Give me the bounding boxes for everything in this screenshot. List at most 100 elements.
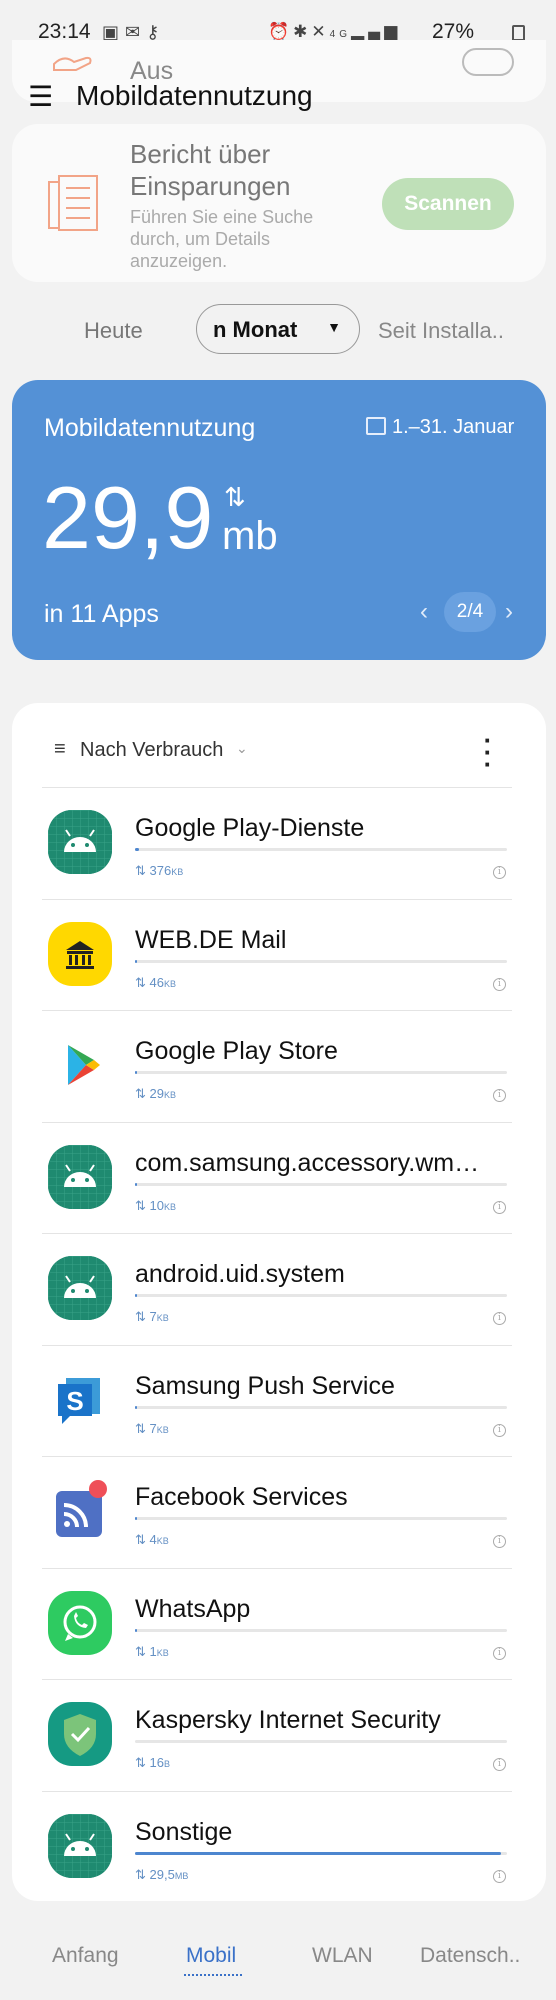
info-icon[interactable]: i (493, 1869, 506, 1883)
app-row[interactable]: WEB.DE Mail ⇅ 46KB i (42, 898, 512, 1012)
next-page-icon[interactable]: › (505, 598, 513, 626)
svg-text:S: S (66, 1386, 83, 1416)
app-row[interactable]: S Samsung Push Service ⇅ 7KB i (42, 1344, 512, 1458)
usage-bar (135, 1182, 507, 1186)
app-name: Sonstige (135, 1817, 233, 1846)
transfer-icon: ⇅ (135, 1420, 150, 1436)
facebook-services-icon (48, 1479, 112, 1543)
nav-item-datenschutz[interactable]: Datensch.. (420, 1944, 520, 1968)
size-unit: B (163, 1759, 170, 1769)
usage-bar (135, 1405, 507, 1409)
transfer-icon: ⇅ (135, 863, 150, 878)
scan-button[interactable]: Scannen (382, 178, 514, 230)
usage-bar (135, 1628, 507, 1632)
transfer-icon: ⇅ (135, 1309, 150, 1324)
info-icon[interactable]: i (493, 1646, 506, 1660)
app-row[interactable]: Facebook Services ⇅ 4KB i (42, 1456, 512, 1569)
app-name: Google Play-Dienste (135, 814, 365, 842)
usage-bar (135, 1071, 507, 1074)
app-usage-size: ⇅ 46KB (135, 975, 176, 991)
info-icon[interactable]: i (493, 977, 506, 991)
key-icon: ⚷ (146, 22, 166, 42)
transfer-icon: ⇅ (135, 974, 150, 990)
size-unit: KB (156, 1313, 169, 1323)
kaspersky-icon (48, 1702, 112, 1766)
info-icon[interactable]: i (493, 866, 506, 879)
setting-toggle[interactable] (462, 48, 514, 76)
transfer-icon: ⇅ (135, 1755, 150, 1770)
app-row[interactable]: com.samsung.accessory.wm… ⇅ 10KB i (42, 1121, 512, 1235)
size-unit: KB (156, 1536, 169, 1546)
sort-icon[interactable]: ≡ (54, 738, 66, 761)
savings-title: Bericht über Einsparungen (130, 139, 291, 201)
usage-bar-fill (135, 1071, 138, 1074)
app-row[interactable]: Google Play-Dienste ⇅ 376KB i (42, 787, 512, 900)
info-icon[interactable]: i (493, 1089, 506, 1102)
usage-bar-fill (135, 1517, 138, 1520)
android-icon (48, 1256, 112, 1320)
app-row[interactable]: Sonstige ⇅ 29,5MB i (42, 1790, 512, 1904)
usage-bar-fill (135, 1628, 138, 1632)
size-unit: KB (163, 978, 176, 989)
usage-bar (135, 1851, 507, 1855)
app-name: Facebook Services (135, 1483, 348, 1511)
info-icon[interactable]: i (493, 1312, 506, 1325)
app-usage-size: ⇅ 376KB (135, 863, 183, 879)
system-icons: ⏰✱✕4G▂▄▆ (268, 22, 401, 42)
4g-icon: 4G (329, 29, 352, 40)
transfer-icon: ⇅ (135, 1086, 150, 1101)
calendar-icon[interactable] (366, 417, 386, 435)
app-name: Kaspersky Internet Security (135, 1706, 441, 1734)
previous-page-icon[interactable]: ‹ (420, 598, 428, 626)
android-icon (48, 810, 112, 874)
app-row[interactable]: Kaspersky Internet Security ⇅ 16B i (42, 1679, 512, 1792)
app-usage-size: ⇅ 7KB (135, 1421, 169, 1437)
usage-bar (135, 848, 507, 851)
dropdown-arrow-icon: ▼ (327, 319, 341, 335)
mute-icon: ✕ (311, 22, 330, 41)
usage-bar-fill (135, 959, 138, 963)
usage-bar (135, 1517, 507, 1520)
size-value: 376 (149, 863, 172, 878)
info-icon[interactable]: i (493, 1423, 506, 1437)
size-unit: KB (156, 1424, 169, 1435)
app-usage-size: ⇅ 29,5MB (135, 1867, 188, 1883)
period-today[interactable]: Heute (84, 318, 143, 344)
info-icon[interactable]: i (493, 1758, 506, 1771)
period-dropdown[interactable]: n Monat ▼ (196, 304, 360, 354)
page-title: Mobildatennutzung (76, 80, 313, 111)
sort-dropdown[interactable]: Nach Verbrauch (80, 739, 223, 762)
usage-bar (135, 959, 507, 963)
app-usage-size: ⇅ 4KB (135, 1532, 169, 1548)
size-value: 7 (149, 1420, 157, 1436)
app-name: WEB.DE Mail (135, 925, 287, 954)
size-unit: KB (163, 1090, 176, 1100)
app-row[interactable]: android.uid.system ⇅ 7KB i (42, 1233, 512, 1346)
more-options-icon[interactable]: · · · (482, 727, 494, 777)
nav-item-anfang[interactable]: Anfang (52, 1944, 119, 1968)
app-row[interactable]: WhatsApp ⇅ 1KB i (42, 1567, 512, 1681)
info-icon[interactable]: i (493, 1200, 506, 1214)
usage-bar-fill (135, 1182, 138, 1186)
transfer-icon: ⇅ (224, 482, 246, 512)
period-since-install[interactable]: Seit Installa.. (378, 318, 504, 344)
size-unit: KB (156, 1647, 169, 1658)
info-icon[interactable]: i (493, 1535, 506, 1548)
app-usage-size: ⇅ 29KB (135, 1086, 176, 1102)
android-icon (48, 1144, 112, 1209)
usage-bar-fill (135, 1405, 138, 1409)
app-name: Samsung Push Service (135, 1371, 395, 1400)
nav-item-wlan[interactable]: WLAN (312, 1944, 373, 1968)
size-value: 4 (149, 1532, 157, 1547)
active-tab-indicator (184, 1974, 242, 1976)
hamburger-icon[interactable]: ☰ (28, 80, 53, 113)
chevron-down-icon[interactable]: ⌄ (236, 740, 248, 757)
date-range[interactable]: 1.–31. Januar (392, 416, 514, 439)
nav-item-mobil[interactable]: Mobil (186, 1944, 236, 1968)
signal-icon: ▂▄▆ (351, 22, 402, 41)
size-unit: KB (171, 867, 184, 877)
page-indicator: 2/4 (444, 592, 496, 632)
app-row[interactable]: Google Play Store ⇅ 29KB i (42, 1010, 512, 1123)
alarm-icon: ⏰ (268, 22, 294, 41)
transfer-icon: ⇅ (135, 1532, 150, 1547)
